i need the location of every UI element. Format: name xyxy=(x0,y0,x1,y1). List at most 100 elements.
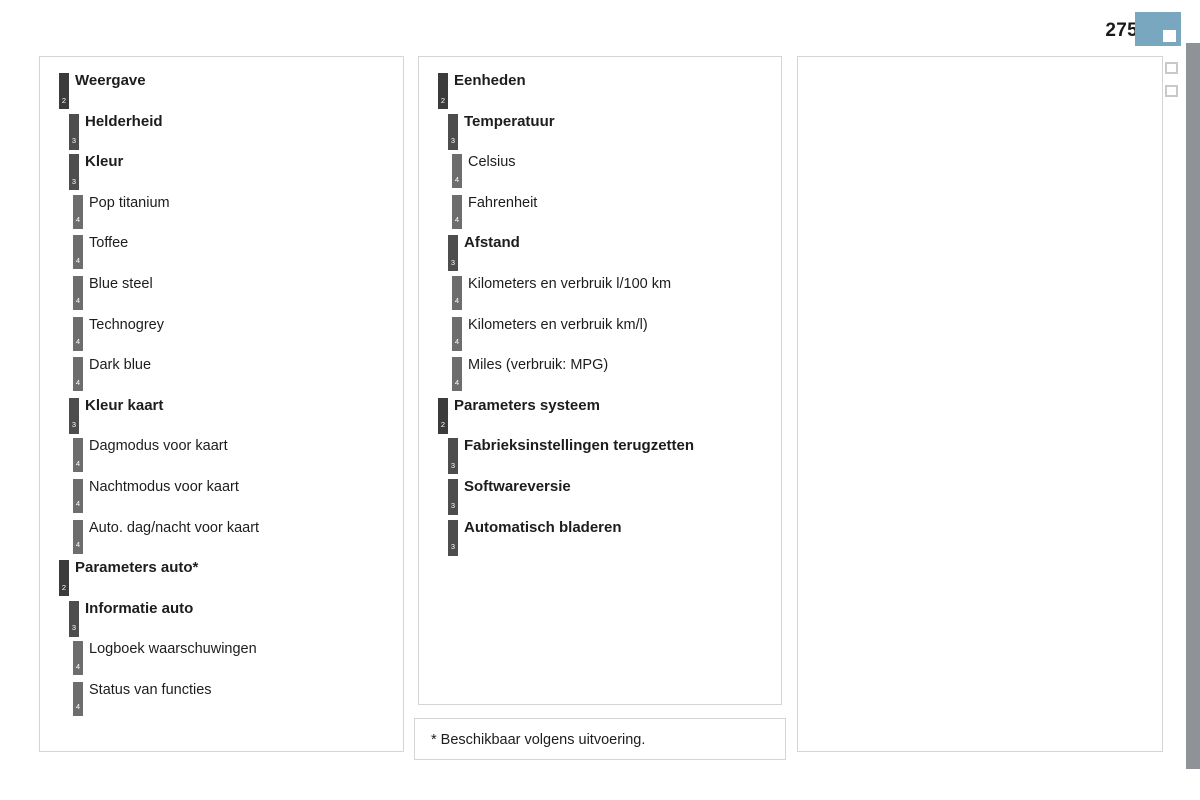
toc-entry[interactable]: 2 Parameters auto* xyxy=(40,555,403,597)
toc-column-1: 2 Weergave 3 Helderheid 3 Kleur 4 Pop titanium 4… xyxy=(39,56,404,752)
toc-entry[interactable]: 4 Blue steel xyxy=(40,271,403,312)
toc-entry-label: Dark blue xyxy=(89,357,152,374)
toc-level-number: 2 xyxy=(61,95,67,105)
toc-level-bar: 3 xyxy=(69,113,79,150)
toc-entry[interactable]: 3 Helderheid xyxy=(40,109,403,150)
toc-level-number: 4 xyxy=(75,458,81,468)
toc-level-bar: 4 xyxy=(452,194,462,229)
toc-entry-label: Toffee xyxy=(89,235,129,252)
toc-entry-label: Auto. dag/nacht voor kaart xyxy=(89,519,260,536)
toc-entry[interactable]: 4 Status van functies xyxy=(40,677,403,718)
toc-entry[interactable]: 4 Kilometers en verbruik l/100 km xyxy=(419,271,781,312)
rail-square-2[interactable] xyxy=(1165,85,1178,97)
toc-entry[interactable]: 3 Temperatuur xyxy=(419,109,781,150)
toc-level-number: 3 xyxy=(450,542,456,552)
toc-level-number: 3 xyxy=(71,623,77,633)
toc-level-number: 3 xyxy=(71,420,77,430)
toc-level-bar: 2 xyxy=(438,397,448,434)
toc-level-bar: 3 xyxy=(448,519,458,556)
toc-entry-label: Status van functies xyxy=(89,681,212,698)
toc-list-1: 2 Weergave 3 Helderheid 3 Kleur 4 Pop titanium 4… xyxy=(40,68,403,718)
toc-entry-label: Softwareversie xyxy=(464,477,571,495)
toc-entry-label: Helderheid xyxy=(85,112,163,130)
toc-level-number: 3 xyxy=(450,136,456,146)
toc-entry[interactable]: 3 Kleur kaart xyxy=(40,393,403,434)
toc-entry-label: Weergave xyxy=(75,72,146,89)
toc-level-number: 4 xyxy=(75,661,81,671)
toc-column-2: 2 Eenheden 3 Temperatuur 4 Celsius 4 Fahrenheit… xyxy=(418,56,782,705)
toc-level-bar: 3 xyxy=(448,235,458,272)
document-page: 275 2 Weergave 3 Helderheid 3 Kleur 4 Pop titan… xyxy=(0,0,1200,800)
toc-level-bar: 4 xyxy=(73,681,83,716)
toc-entry[interactable]: 4 Logboek waarschuwingen xyxy=(40,636,403,677)
toc-entry-label: Fabrieksinstellingen terugzetten xyxy=(464,437,695,455)
toc-entry[interactable]: 3 Fabrieksinstellingen terugzetten xyxy=(419,433,781,475)
toc-entry-label: Blue steel xyxy=(89,275,153,292)
page-number: 275 xyxy=(1105,20,1138,41)
toc-entry[interactable]: 2 Eenheden xyxy=(419,68,781,109)
toc-level-number: 3 xyxy=(450,501,456,511)
toc-level-number: 4 xyxy=(454,215,460,225)
toc-entry[interactable]: 3 Kleur xyxy=(40,149,403,191)
toc-level-bar: 3 xyxy=(69,600,79,637)
toc-entry[interactable]: 3 Automatisch bladeren xyxy=(419,515,781,556)
toc-entry-label: Kleur kaart xyxy=(85,396,164,414)
toc-level-bar: 4 xyxy=(452,316,462,351)
toc-level-number: 4 xyxy=(454,174,460,184)
toc-entry[interactable]: 4 Fahrenheit xyxy=(419,190,781,231)
toc-level-bar: 4 xyxy=(73,519,83,554)
toc-entry-label: Nachtmodus voor kaart xyxy=(89,478,239,495)
toc-level-bar: 4 xyxy=(73,275,83,310)
toc-level-number: 4 xyxy=(75,255,81,265)
toc-entry-label: Miles (verbruik: MPG) xyxy=(468,357,609,374)
toc-entry[interactable]: 4 Kilometers en verbruik km/l) xyxy=(419,312,781,353)
toc-entry-label: Afstand xyxy=(464,234,520,252)
toc-level-number: 2 xyxy=(61,582,67,592)
page-corner-marker xyxy=(1135,12,1181,46)
toc-entry[interactable]: 3 Afstand xyxy=(419,230,781,272)
toc-level-number: 4 xyxy=(75,296,81,306)
toc-entry-label: Parameters auto* xyxy=(75,559,199,577)
toc-level-bar: 3 xyxy=(69,397,79,434)
toc-entry[interactable]: 4 Celsius xyxy=(419,149,781,190)
toc-entry-label: Pop titanium xyxy=(89,194,170,211)
toc-level-number: 3 xyxy=(71,136,77,146)
toc-level-bar: 4 xyxy=(73,235,83,270)
toc-list-2: 2 Eenheden 3 Temperatuur 4 Celsius 4 Fahrenheit… xyxy=(419,68,781,556)
toc-entry[interactable]: 4 Auto. dag/nacht voor kaart xyxy=(40,515,403,556)
toc-level-number: 2 xyxy=(440,95,446,105)
toc-entry[interactable]: 2 Parameters systeem xyxy=(419,393,781,434)
footnote-text: * Beschikbaar volgens uitvoering. xyxy=(431,732,646,748)
toc-entry-label: Temperatuur xyxy=(464,112,555,130)
toc-entry[interactable]: 2 Weergave xyxy=(40,68,403,109)
toc-level-bar: 2 xyxy=(438,73,448,109)
toc-entry-label: Kilometers en verbruik km/l) xyxy=(468,316,648,333)
toc-entry[interactable]: 4 Pop titanium xyxy=(40,190,403,231)
toc-entry[interactable]: 4 Dagmodus voor kaart xyxy=(40,433,403,474)
toc-entry[interactable]: 4 Nachtmodus voor kaart xyxy=(40,474,403,515)
toc-entry[interactable]: 4 Technogrey xyxy=(40,312,403,353)
toc-entry-label: Kilometers en verbruik l/100 km xyxy=(468,275,672,292)
toc-entry-label: Informatie auto xyxy=(85,599,194,617)
toc-level-number: 4 xyxy=(454,296,460,306)
toc-entry-label: Logboek waarschuwingen xyxy=(89,641,257,658)
toc-entry[interactable]: 4 Dark blue xyxy=(40,352,403,393)
toc-entry[interactable]: 3 Informatie auto xyxy=(40,596,403,637)
toc-entry-label: Kleur xyxy=(85,153,124,171)
toc-level-bar: 4 xyxy=(73,641,83,676)
toc-entry[interactable]: 4 Toffee xyxy=(40,230,403,271)
toc-entry[interactable]: 4 Miles (verbruik: MPG) xyxy=(419,352,781,393)
toc-entry-label: Fahrenheit xyxy=(468,194,538,211)
toc-entry-label: Dagmodus voor kaart xyxy=(89,438,228,455)
toc-level-number: 2 xyxy=(440,420,446,430)
toc-level-bar: 3 xyxy=(448,438,458,475)
right-edge-strip xyxy=(1186,43,1200,769)
toc-entry[interactable]: 3 Softwareversie xyxy=(419,474,781,515)
toc-entry-label: Automatisch bladeren xyxy=(464,518,622,536)
toc-level-bar: 4 xyxy=(73,316,83,351)
toc-level-number: 3 xyxy=(71,176,77,186)
toc-entry-label: Eenheden xyxy=(454,72,526,89)
toc-level-bar: 4 xyxy=(73,478,83,513)
toc-level-bar: 4 xyxy=(73,357,83,392)
rail-square-1[interactable] xyxy=(1165,62,1178,74)
